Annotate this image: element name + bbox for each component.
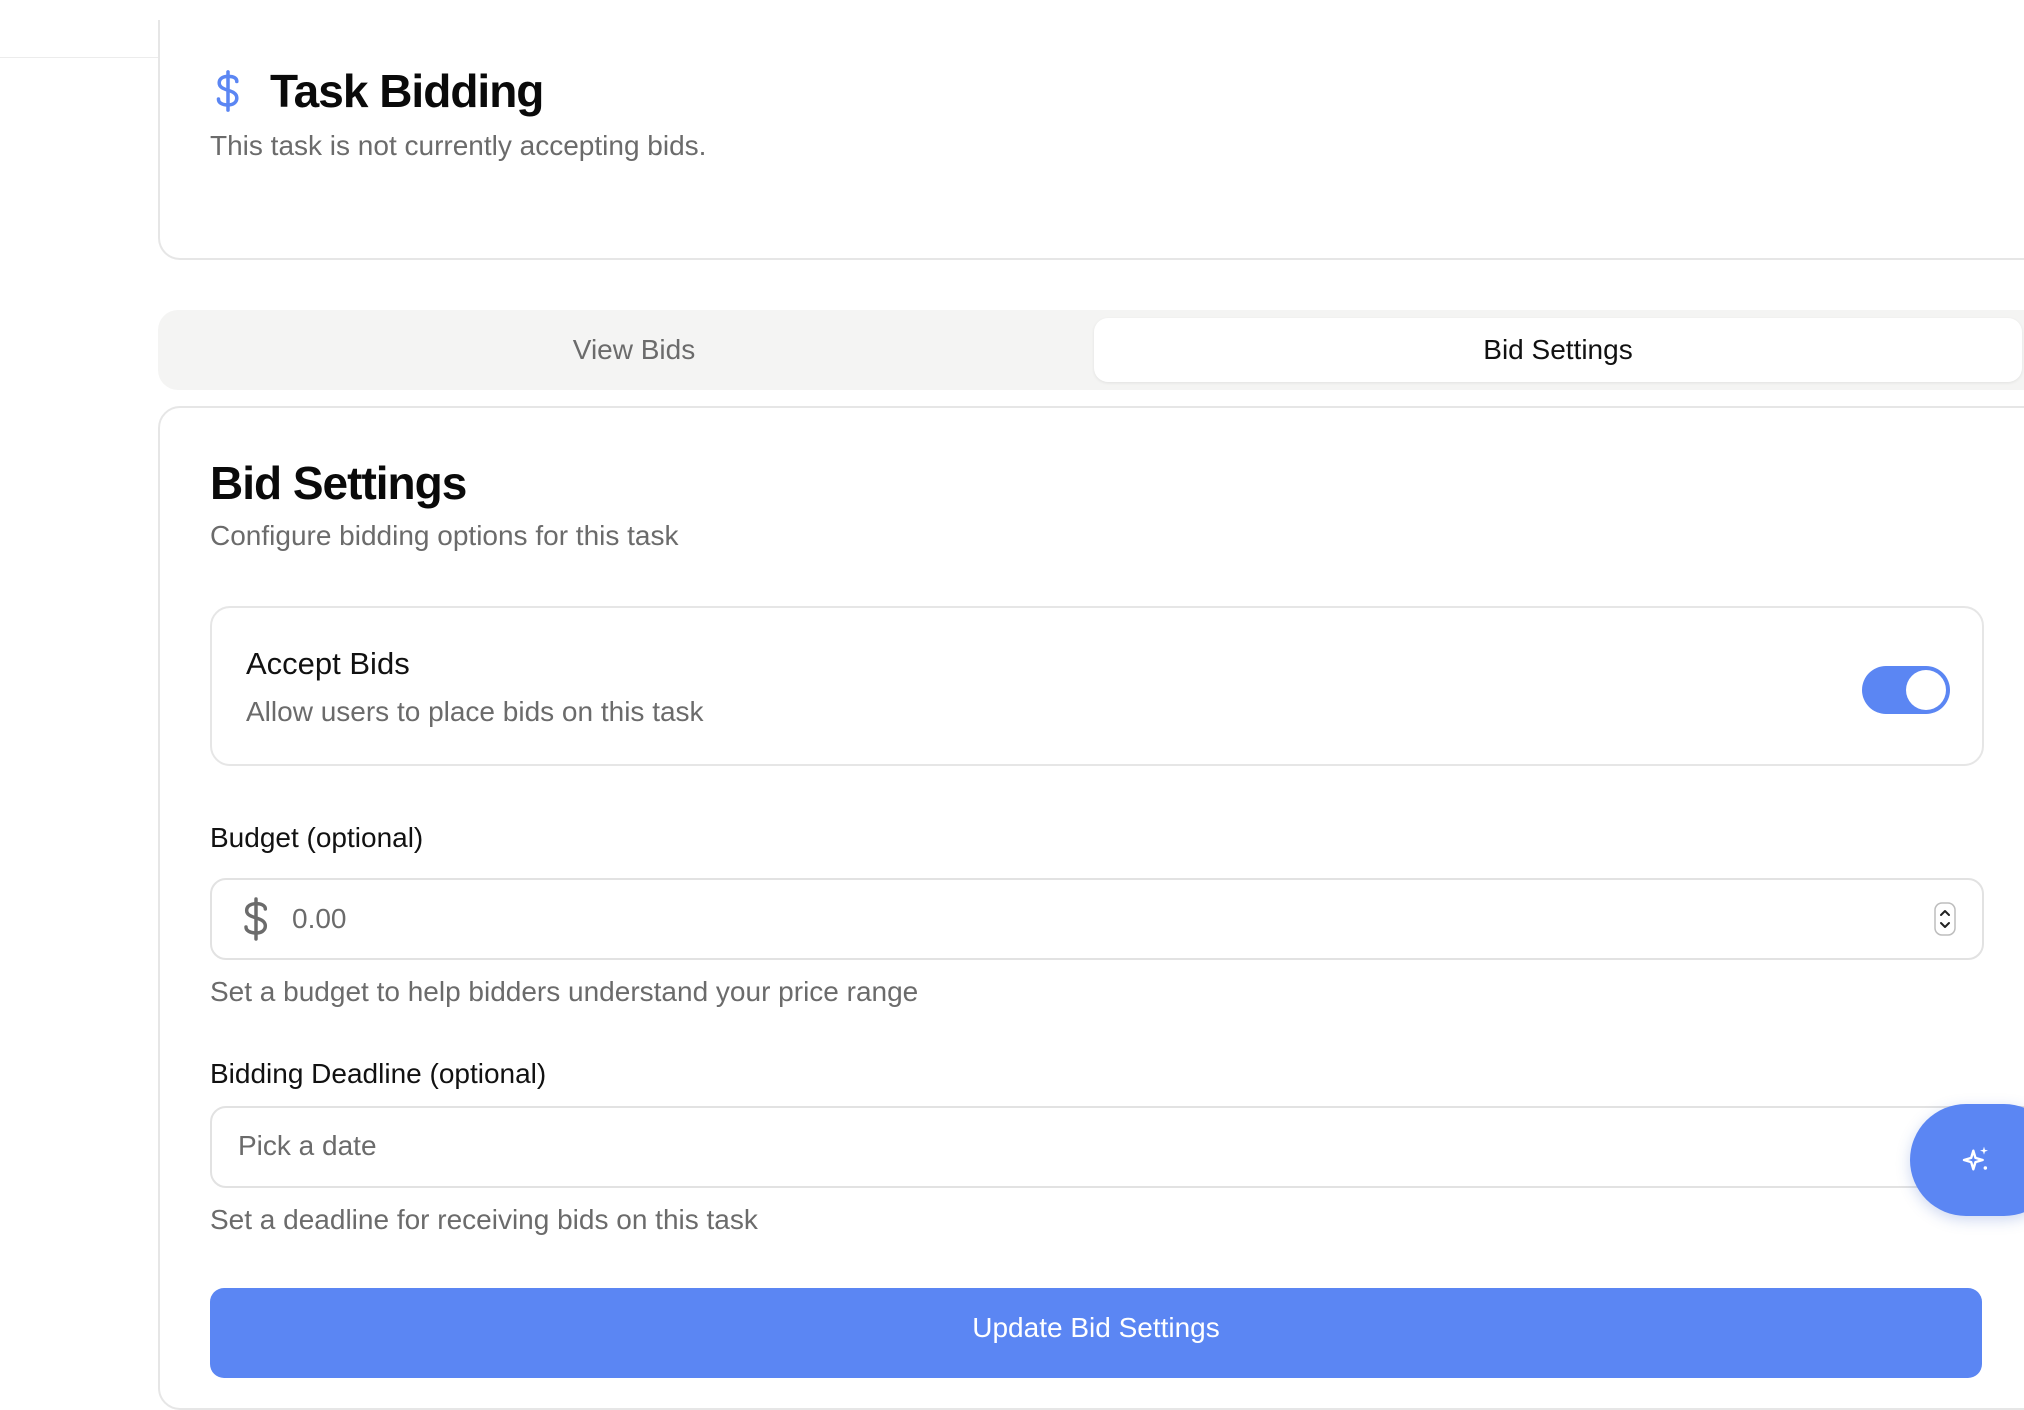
budget-input-wrapper [210, 878, 1984, 960]
update-bid-settings-button[interactable]: Update Bid Settings [210, 1288, 1982, 1378]
tab-bid-settings[interactable]: Bid Settings [1094, 318, 2022, 382]
dollar-icon [244, 897, 268, 941]
deadline-helper-text: Set a deadline for receiving bids on thi… [210, 1204, 758, 1235]
number-stepper-icon[interactable] [1934, 902, 1956, 936]
accept-bids-panel: Accept Bids Allow users to place bids on… [210, 606, 1984, 766]
page-subtitle: This task is not currently accepting bid… [210, 130, 707, 161]
budget-label: Budget (optional) [210, 822, 424, 853]
budget-input[interactable] [290, 894, 1894, 944]
bid-settings-card: Bid Settings Configure bidding options f… [158, 406, 2024, 1410]
toggle-knob [1906, 670, 1946, 710]
tab-view-bids[interactable]: View Bids [166, 318, 1102, 382]
task-bidding-header-card: Task Bidding This task is not currently … [158, 20, 2024, 260]
dollar-icon [216, 70, 239, 112]
deadline-date-picker[interactable]: Pick a date [210, 1106, 2024, 1188]
header-title-row: Task Bidding [210, 64, 544, 118]
sparkles-icon [1962, 1146, 1988, 1171]
user-icon[interactable] [1992, 0, 2016, 8]
settings-description: Configure bidding options for this task [210, 520, 679, 551]
deadline-label: Bidding Deadline (optional) [210, 1058, 547, 1089]
deadline-placeholder[interactable]: Pick a date [238, 1130, 377, 1162]
accept-bids-title: Accept Bids [246, 646, 410, 681]
tab-list: View Bids Bid Settings [158, 310, 2024, 390]
budget-helper-text: Set a budget to help bidders understand … [210, 976, 919, 1007]
page-title: Task Bidding [270, 65, 544, 117]
ai-assistant-button[interactable] [1910, 1104, 2024, 1216]
accept-bids-toggle[interactable] [1862, 666, 1950, 714]
settings-title: Bid Settings [210, 457, 467, 509]
accept-bids-description: Allow users to place bids on this task [246, 696, 704, 727]
